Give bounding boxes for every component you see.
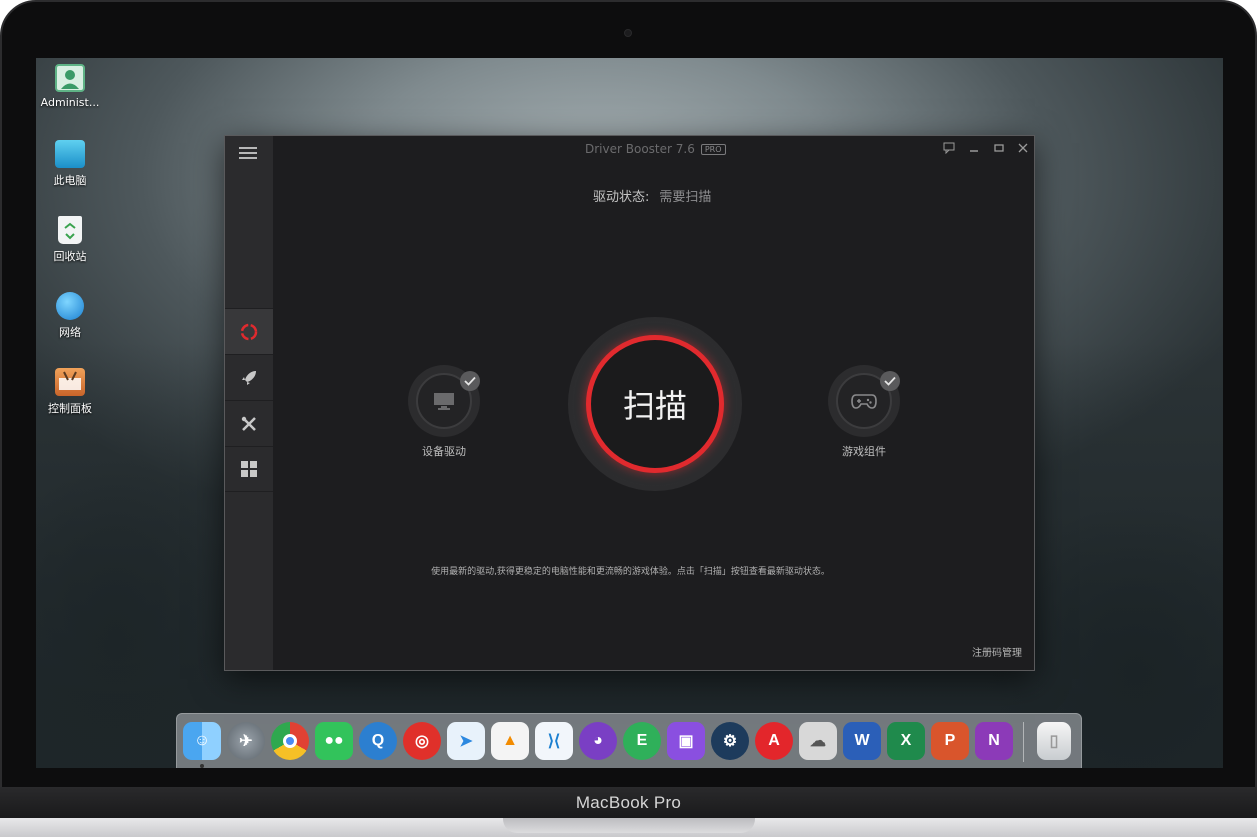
excel-icon[interactable]: X <box>887 722 925 760</box>
desktop-icon-this-pc[interactable]: 此电脑 <box>36 140 106 188</box>
action-center-grid-icon <box>241 461 257 477</box>
checkmark-icon <box>460 371 480 391</box>
recycle-bin-icon <box>58 216 82 244</box>
netease-music-icon[interactable]: ◎ <box>403 722 441 760</box>
desktop-icon-label: 回收站 <box>53 250 87 263</box>
desktop-icon-control-panel[interactable]: 控制面板 <box>36 368 106 416</box>
desktop-icon-label: 此电脑 <box>53 174 87 187</box>
onenote-icon[interactable]: N <box>975 722 1013 760</box>
driver-status: 驱动状态: 需要扫描 <box>593 186 711 205</box>
sidebar-tab-scan[interactable] <box>225 308 273 354</box>
dock-separator <box>1023 722 1024 762</box>
feishu-icon[interactable]: ➤ <box>447 722 485 760</box>
desktop-icon-network[interactable]: 网络 <box>36 292 106 340</box>
desktop-icon-label: 控制面板 <box>48 402 92 415</box>
vlc-icon[interactable]: ▲ <box>491 722 529 760</box>
steam-icon[interactable]: ⚙ <box>711 722 749 760</box>
pro-badge: PRO <box>700 144 726 155</box>
desktop-icon-label: Administ... <box>40 96 100 109</box>
app-title: Driver Booster 7.6 PRO <box>585 142 726 156</box>
scan-refresh-icon <box>240 323 258 340</box>
github-icon[interactable]: ◕ <box>579 722 617 760</box>
game-components-ring <box>828 365 900 437</box>
rocket-boost-icon <box>242 370 256 385</box>
computer-icon <box>55 140 85 168</box>
evernote-icon[interactable]: E <box>623 722 661 760</box>
driver-booster-window: Driver Booster 7.6 PRO 驱动状态: 需要扫描 设备驱动 扫… <box>224 135 1035 671</box>
feature-device-drivers[interactable]: 设备驱动 <box>399 365 489 459</box>
feature-game-components[interactable]: 游戏组件 <box>819 365 909 459</box>
brand-label: MacBook Pro <box>575 793 682 812</box>
wechat-icon[interactable]: ●● <box>315 722 353 760</box>
scan-description: 使用最新的驱动,获得更稳定的电脑性能和更流畅的游戏体验。点击「扫描」按钮查看最新… <box>431 567 830 577</box>
driver-status-value: 需要扫描 <box>659 190 712 205</box>
word-icon[interactable]: W <box>843 722 881 760</box>
close-icon <box>1018 143 1028 153</box>
license-manager-link[interactable]: 注册码管理 <box>972 644 1022 659</box>
sidebar-tab-action-center[interactable] <box>225 446 273 492</box>
feature-label: 设备驱动 <box>422 445 466 458</box>
app-title-text: Driver Booster 7.6 <box>585 142 695 156</box>
app-sidebar <box>225 136 273 670</box>
desktop-screen: Administ... 此电脑 回收站 网络 控制面板 Driver Boost… <box>36 58 1223 768</box>
chrome-icon[interactable] <box>271 722 309 760</box>
device-drivers-ring <box>408 365 480 437</box>
vscode-icon[interactable]: ⟩⟨ <box>535 722 573 760</box>
twitch-icon[interactable]: ▣ <box>667 722 705 760</box>
gamepad-icon <box>851 394 877 409</box>
desktop-icon-label: 网络 <box>59 326 81 339</box>
running-indicator <box>200 764 204 768</box>
laptop-notch <box>503 818 755 833</box>
powerpoint-icon[interactable]: P <box>931 722 969 760</box>
maximize-button[interactable] <box>990 140 1008 156</box>
finder-icon[interactable]: ☺ <box>183 722 221 760</box>
close-button[interactable] <box>1014 140 1032 156</box>
user-account-icon <box>55 64 85 92</box>
qq-icon[interactable]: Q <box>359 722 397 760</box>
monitor-icon <box>434 393 454 410</box>
feedback-icon <box>943 142 955 154</box>
hamburger-menu-icon[interactable] <box>237 144 259 162</box>
scan-button[interactable]: 扫描 <box>586 335 724 473</box>
desktop-icon-administrator[interactable]: Administ... <box>36 64 106 109</box>
tools-icon <box>241 416 256 431</box>
launchpad-icon[interactable]: ✈ <box>227 722 265 760</box>
camera-icon <box>624 29 632 37</box>
adobe-reader-icon[interactable]: A <box>755 722 793 760</box>
control-panel-icon <box>55 368 85 396</box>
trash-icon[interactable]: ▯ <box>1037 722 1071 760</box>
checkmark-icon <box>880 371 900 391</box>
dock: ☺ ✈ ●● Q ◎ ➤ ▲ ⟩⟨ ◕ E ▣ ⚙ A ☁ W X P N ▯ <box>176 713 1082 768</box>
cloud-app-icon[interactable]: ☁ <box>799 722 837 760</box>
maximize-icon <box>994 144 1004 152</box>
minimize-button[interactable] <box>965 140 983 156</box>
sidebar-tab-tools[interactable] <box>225 400 273 446</box>
driver-status-label: 驱动状态: <box>593 190 650 205</box>
feedback-button[interactable] <box>940 140 958 156</box>
minimize-icon <box>970 150 978 152</box>
network-globe-icon <box>56 292 84 320</box>
scan-button-label: 扫描 <box>622 387 687 425</box>
feature-label: 游戏组件 <box>842 445 886 458</box>
desktop-icon-recycle-bin[interactable]: 回收站 <box>36 216 106 264</box>
sidebar-tab-boost[interactable] <box>225 354 273 400</box>
